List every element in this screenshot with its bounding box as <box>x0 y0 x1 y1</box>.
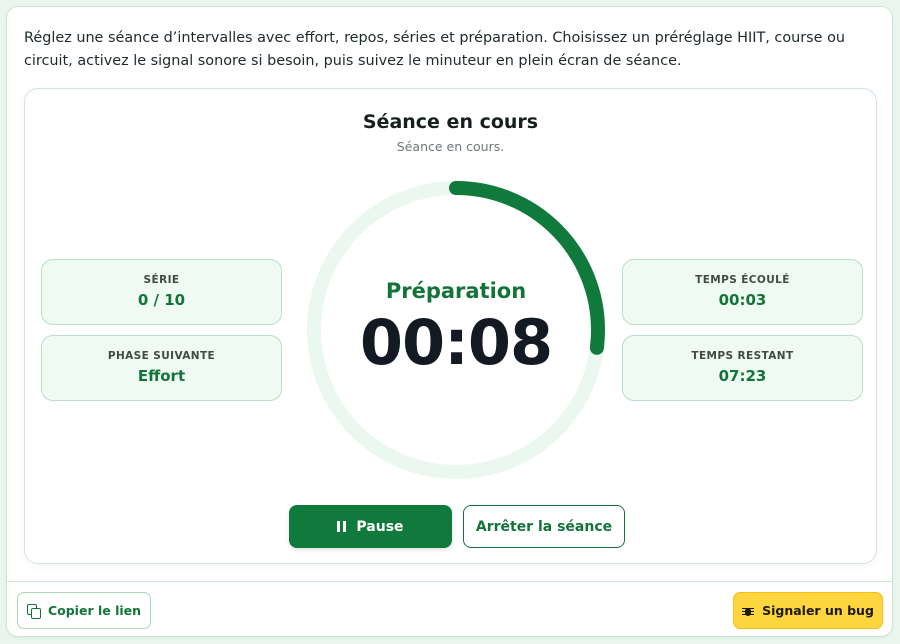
stat-phase-suivante-value: Effort <box>137 367 186 385</box>
stat-phase-suivante: Phase suivante Effort <box>41 335 282 401</box>
stat-temps-restant: Temps restant 07:23 <box>622 335 863 401</box>
footer-divider <box>7 581 892 582</box>
pause-icon <box>337 521 347 532</box>
stat-serie: Série 0 / 10 <box>41 259 282 325</box>
stat-serie-value: 0 / 10 <box>137 291 186 309</box>
stat-temps-restant-label: Temps restant <box>691 350 794 362</box>
stat-phase-suivante-label: Phase suivante <box>107 350 216 362</box>
stat-temps-ecoule-value: 00:03 <box>718 291 767 309</box>
timer-ring: Préparation 00:08 <box>305 179 607 481</box>
copy-icon <box>26 604 41 619</box>
intro-text: Réglez une séance d’intervalles avec eff… <box>24 30 846 69</box>
stop-session-button[interactable]: Arrêter la séance <box>463 505 625 548</box>
stat-temps-restant-value: 07:23 <box>718 367 767 385</box>
time-display: 00:08 <box>359 306 553 379</box>
stat-serie-label: Série <box>143 274 180 286</box>
copy-link-label: Copier le lien <box>47 603 142 618</box>
session-subtitle: Séance en cours. <box>396 139 505 154</box>
bug-icon <box>742 605 755 617</box>
stat-temps-ecoule: Temps écoulé 00:03 <box>622 259 863 325</box>
pause-button-label: Pause <box>356 518 404 535</box>
stat-temps-ecoule-label: Temps écoulé <box>695 274 790 286</box>
session-card: Séance en cours Séance en cours. Série 0… <box>24 88 877 564</box>
phase-label: Préparation <box>385 279 527 303</box>
report-bug-label: Signaler un bug <box>762 603 874 618</box>
session-title: Séance en cours <box>362 111 539 133</box>
app-window: Réglez une séance d’intervalles avec eff… <box>6 6 893 637</box>
report-bug-button[interactable]: Signaler un bug <box>733 592 883 629</box>
copy-link-button[interactable]: Copier le lien <box>17 592 151 629</box>
pause-button[interactable]: Pause <box>289 505 452 548</box>
